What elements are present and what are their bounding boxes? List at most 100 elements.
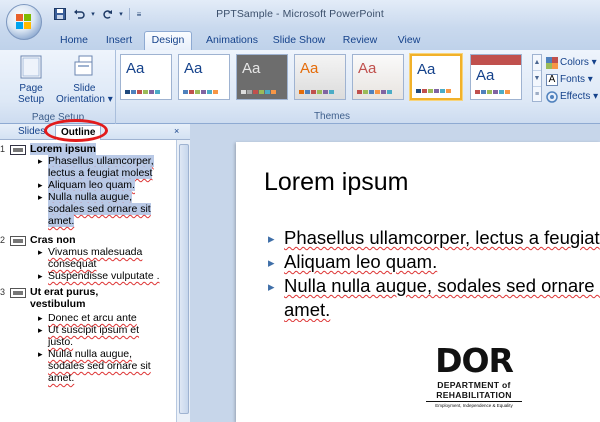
slide-bullet-text: amet.	[284, 299, 331, 320]
dor-logo-tagline: Employment, Independence & Equality	[435, 403, 513, 408]
slide-bullet: Aliquam leo quam.	[268, 250, 600, 275]
themes-gallery: Aa Aa Aa Aa Aa Aa Aa	[120, 54, 530, 106]
tab-home[interactable]: Home	[58, 32, 90, 50]
tab-slide-show[interactable]: Slide Show	[272, 32, 326, 50]
theme-sample-text: Aa	[417, 61, 436, 78]
theme-sample-text: Aa	[358, 60, 377, 77]
tab-slides[interactable]: Slides	[18, 126, 45, 137]
dor-logo-rule	[426, 401, 522, 402]
slide-bullet-text: Phasellus ullamcorper, lectus a feugiat	[284, 227, 600, 248]
tab-view[interactable]: View	[394, 32, 424, 50]
office-button[interactable]	[6, 4, 42, 40]
slide-icon	[10, 288, 26, 298]
theme-plain[interactable]: Aa	[178, 54, 230, 100]
outline-bullets-2: Vivamus malesuada consequat Suspendisse …	[38, 246, 166, 282]
slide-bullet: Nulla nulla augue, sodales sed ornare si…	[268, 274, 600, 299]
effects-label: Effects ▾	[560, 91, 599, 102]
tab-animations[interactable]: Animations	[203, 32, 261, 50]
slide-bullet-text: Aliquam leo quam.	[284, 251, 438, 272]
effects-button[interactable]: Effects ▾	[546, 88, 600, 105]
page-setup-icon	[18, 54, 44, 80]
outline-bullets-3: Donec et arcu ante Ut suscipit ipsum et …	[38, 312, 166, 384]
theme-sample-text: Aa	[242, 60, 261, 77]
theme-orange-accent[interactable]: Aa	[294, 54, 346, 100]
colors-label: Colors ▾	[560, 57, 597, 68]
outline-bullet[interactable]: Vivamus malesuada consequat	[38, 246, 166, 270]
theme-banner	[471, 55, 521, 65]
dor-logo-line-1: DEPARTMENT of	[437, 380, 511, 390]
slide-icon	[10, 145, 26, 155]
theme-color-bar	[241, 90, 276, 94]
close-icon[interactable]: ×	[174, 126, 179, 136]
theme-color-bar	[183, 90, 218, 94]
themes-scroll[interactable]: ▲ ▼ ≡	[532, 54, 542, 102]
outline-bullet[interactable]: Phasellus ullamcorper, lectus a feugiat …	[38, 155, 166, 179]
fonts-icon: A	[546, 73, 558, 86]
outline-bullet[interactable]: Donec et arcu ante	[38, 312, 166, 324]
outline-bullet[interactable]: Ut suscipit ipsum et justo.	[38, 324, 166, 348]
outline-slide-3[interactable]: 3 Ut erat purus, vestibulum	[0, 286, 170, 310]
theme-selected[interactable]: Aa	[410, 54, 462, 100]
page-setup-label-1: Page	[19, 83, 43, 94]
theme-color-bar	[299, 90, 334, 94]
window-title: PPTSample - Microsoft PowerPoint	[216, 8, 384, 20]
outline-slide-title: Cras non	[30, 234, 76, 246]
tab-insert[interactable]: Insert	[102, 32, 136, 50]
outline-bullet-text: Nulla nulla augue, sodales sed ornare si…	[48, 348, 151, 384]
theme-color-bar	[475, 90, 510, 94]
theme-dark-gray[interactable]: Aa	[236, 54, 288, 100]
effects-icon	[546, 90, 558, 103]
slide-number: 1	[0, 144, 6, 154]
outline-bullet-text: Phasellus ullamcorper, lectus a feugiat …	[48, 155, 154, 179]
dor-logo-word: DOR	[435, 341, 514, 380]
colors-button[interactable]: Colors ▾	[546, 54, 600, 71]
dor-logo-line-2: REHABILITATION	[436, 390, 512, 400]
slide-orientation-icon	[71, 54, 97, 80]
outline-bullet-text: Suspendisse vulputate .	[48, 270, 160, 282]
themes-group-label: Themes	[313, 111, 351, 122]
outline-bullet[interactable]: Nulla nulla augue, sodales sed ornare si…	[38, 348, 166, 384]
slide-body[interactable]: Phasellus ullamcorper, lectus a feugiat …	[268, 226, 600, 322]
outline-slide-title: Lorem ipsum	[30, 143, 96, 155]
slide-title[interactable]: Lorem ipsum	[264, 168, 409, 197]
outline-scrollbar[interactable]	[176, 140, 190, 422]
slide-icon	[10, 236, 26, 246]
theme-red-banner[interactable]: Aa	[470, 54, 522, 100]
outline-bullet[interactable]: Aliquam leo quam.	[38, 179, 166, 191]
theme-options-group: Colors ▾ A Fonts ▾ Effects ▾	[546, 54, 600, 105]
outline-bullet[interactable]: Suspendisse vulputate .	[38, 270, 166, 282]
slide-number: 3	[0, 287, 6, 297]
slide-orientation-label-1: Slide	[73, 83, 96, 94]
themes-scroll-up-icon[interactable]: ▲	[533, 55, 541, 71]
outline-slide-1[interactable]: 1 Lorem ipsum	[0, 143, 96, 155]
fonts-button[interactable]: A Fonts ▾	[546, 71, 600, 88]
slide-bullet-continuation: amet.	[268, 298, 600, 322]
theme-sample-text: Aa	[126, 60, 145, 77]
tab-design[interactable]: Design	[144, 31, 192, 51]
themes-more-icon[interactable]: ≡	[533, 87, 541, 103]
outline-slide-2[interactable]: 2 Cras non	[0, 234, 76, 246]
outline-pane[interactable]: 1 Lorem ipsum Phasellus ullamcorper, lec…	[0, 140, 176, 422]
title-bar: ▾ ▾ ≡ PPTSample - Microsoft PowerPoint	[0, 0, 600, 28]
theme-color-bar	[416, 89, 451, 93]
themes-scroll-down-icon[interactable]: ▼	[533, 71, 541, 87]
slide-orientation-button[interactable]: Slide Orientation ▾	[56, 54, 113, 105]
slide-orientation-label-2: Orientation ▾	[56, 94, 113, 105]
slide-bullet: Phasellus ullamcorper, lectus a feugiat	[268, 226, 600, 251]
outline-bullet-text: Aliquam leo quam.	[48, 179, 135, 191]
theme-color-bar	[357, 90, 392, 94]
colors-icon	[546, 56, 558, 69]
page-setup-label-2: Setup	[18, 94, 45, 105]
outline-bullet-text: Ut suscipit ipsum et justo.	[48, 324, 140, 348]
ribbon-tabs: Home Insert Design Animations Slide Show…	[0, 28, 600, 51]
ribbon: Page Setup Slide Orientation ▾ Page Setu…	[0, 50, 600, 124]
tab-review[interactable]: Review	[340, 32, 380, 50]
outline-bullet[interactable]: Nulla nulla augue, sodales sed ornare si…	[38, 191, 166, 227]
outline-slide-title: Ut erat purus, vestibulum	[30, 286, 99, 310]
theme-office[interactable]: Aa	[120, 54, 172, 100]
scrollbar-thumb[interactable]	[179, 144, 189, 414]
slide-number: 2	[0, 235, 6, 245]
page-setup-button[interactable]: Page Setup	[18, 54, 44, 105]
theme-red-accent[interactable]: Aa	[352, 54, 404, 100]
outline-bullet-text: Donec et arcu ante	[48, 312, 137, 324]
